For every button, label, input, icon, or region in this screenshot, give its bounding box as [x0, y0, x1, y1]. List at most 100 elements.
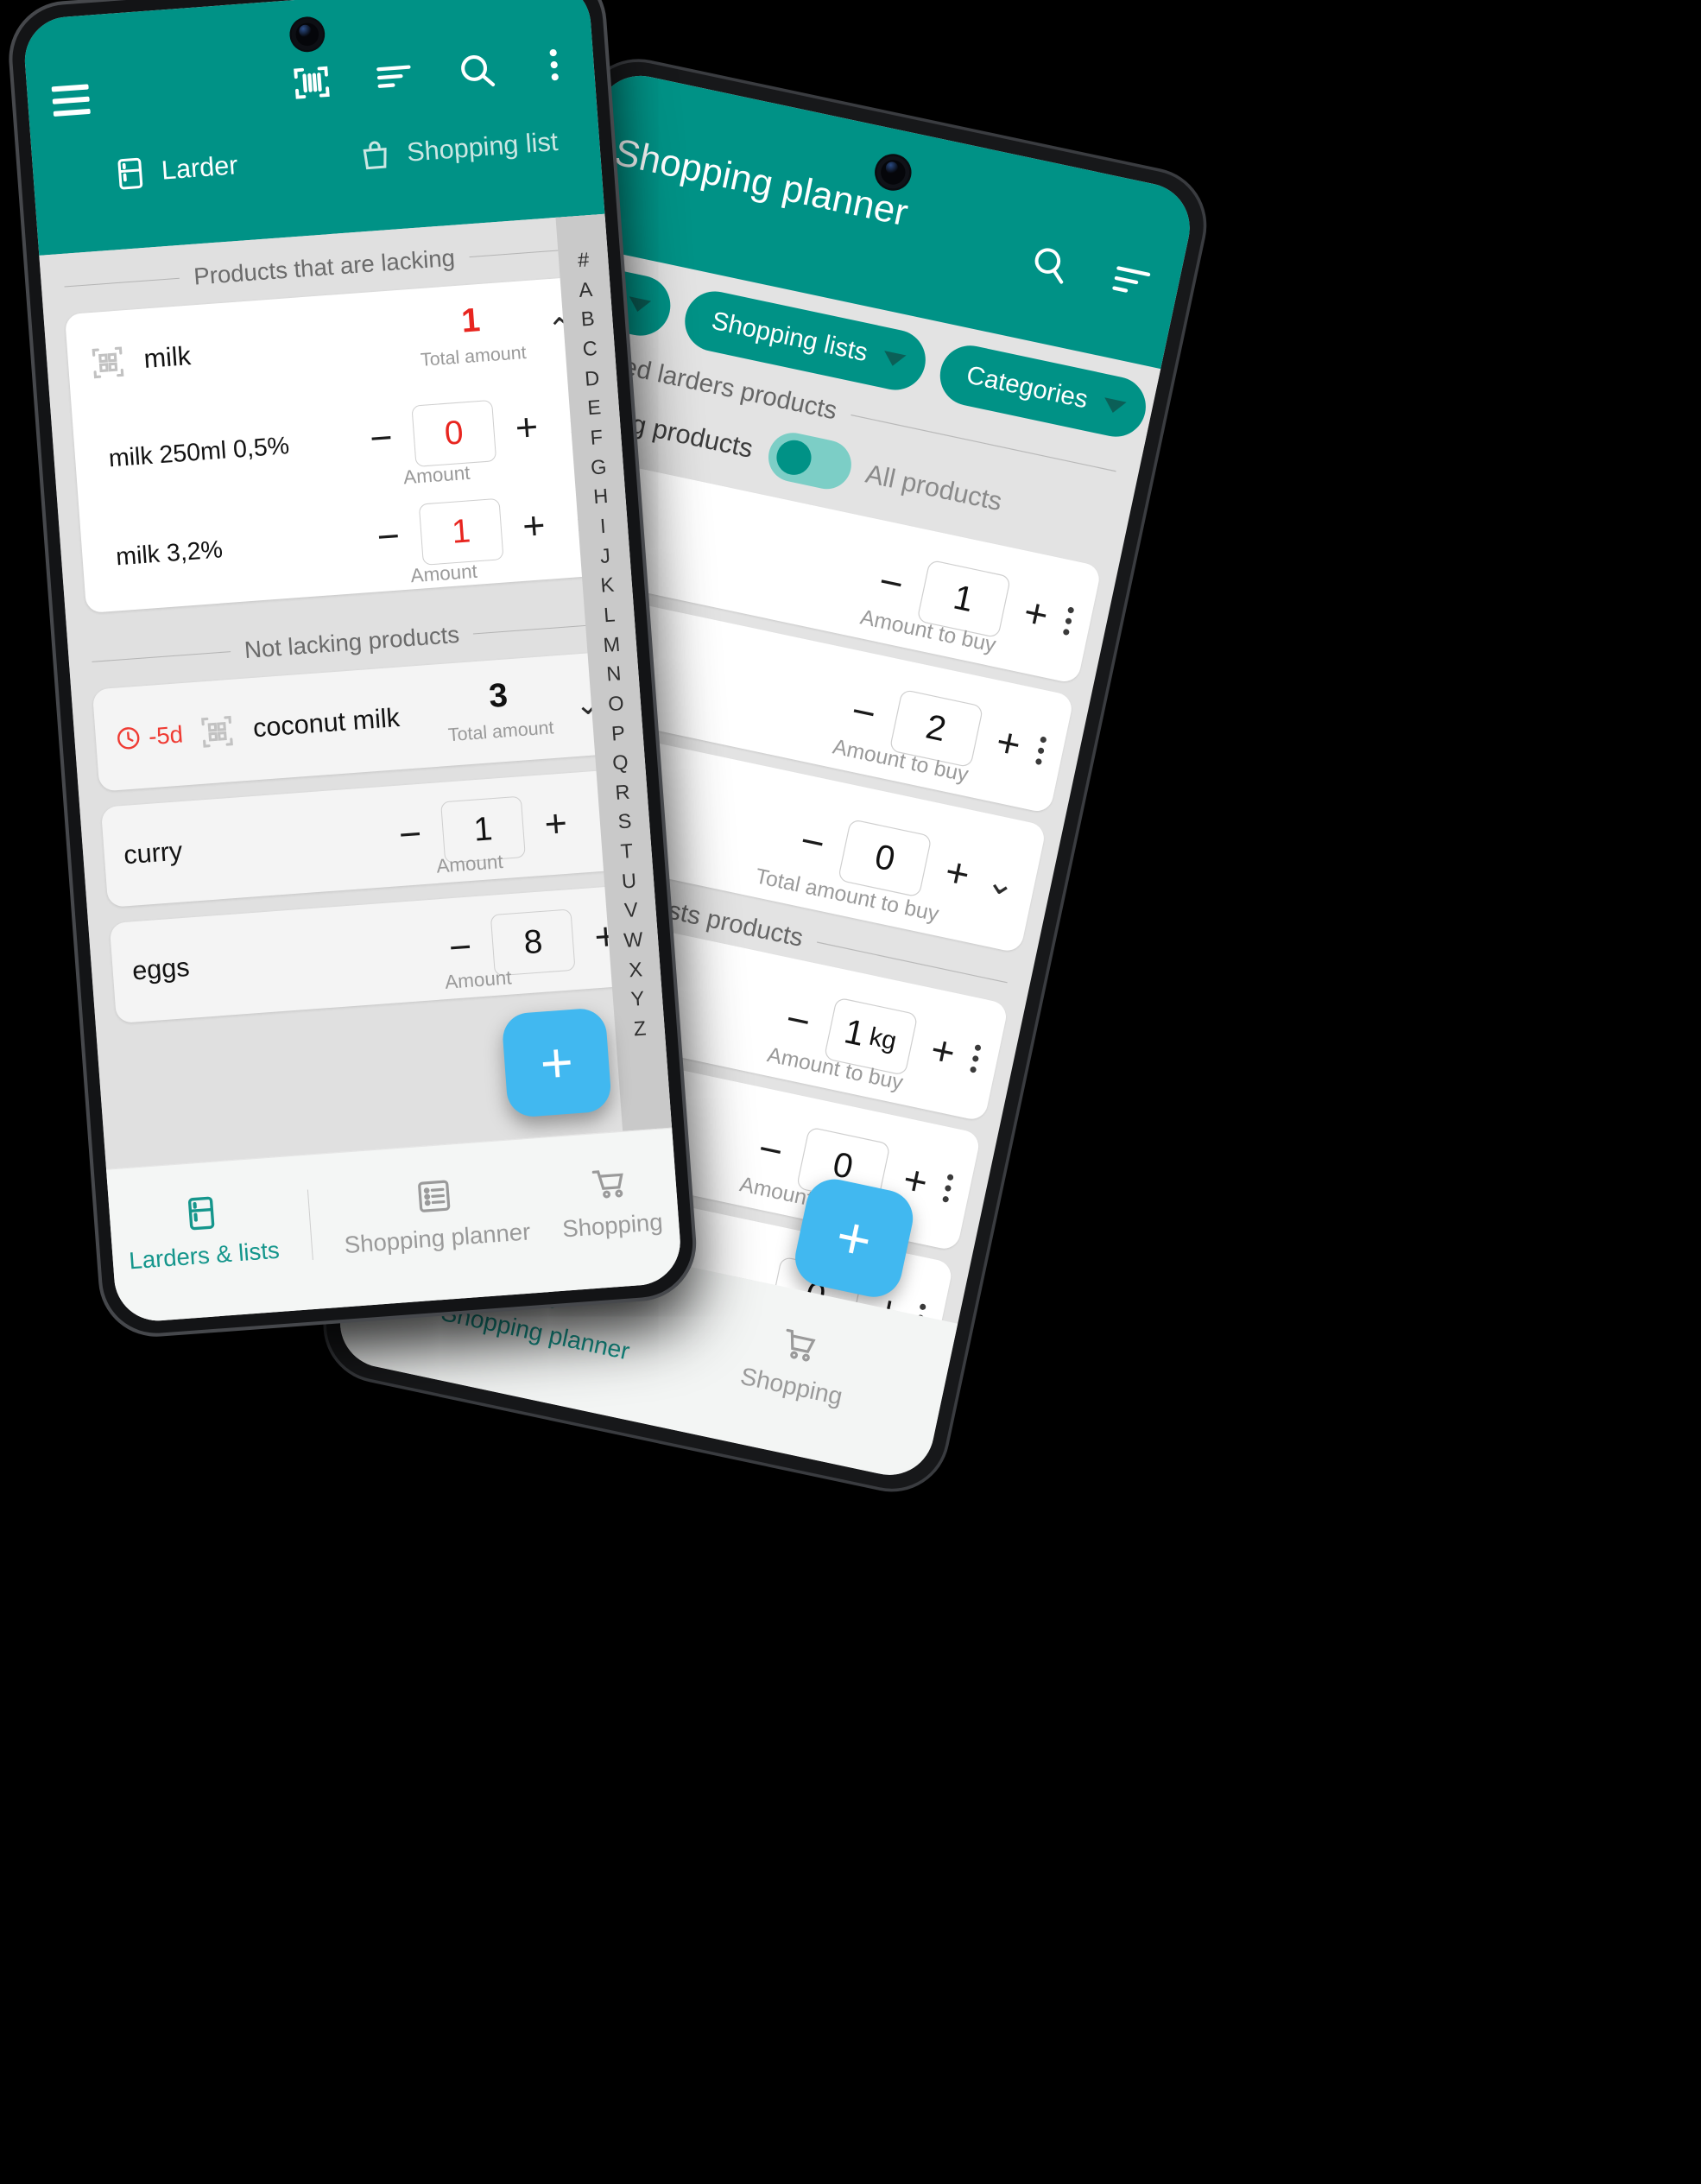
- product-row[interactable]: curry − 1 + › Amount: [101, 769, 632, 907]
- alpha-item[interactable]: F: [589, 422, 604, 452]
- alpha-item[interactable]: W: [623, 925, 644, 955]
- amount-value[interactable]: 1: [418, 497, 504, 566]
- alpha-item[interactable]: H: [592, 482, 609, 511]
- product-card-curry[interactable]: curry − 1 + › Amount: [100, 769, 632, 908]
- category-grid-icon: [86, 341, 130, 384]
- chips-scroll-next-icon[interactable]: ›: [1156, 394, 1198, 446]
- decrement-button[interactable]: −: [847, 688, 880, 737]
- decrement-button[interactable]: −: [755, 1126, 787, 1175]
- barcode-scan-icon[interactable]: [290, 61, 333, 104]
- alpha-item[interactable]: S: [617, 807, 633, 836]
- decrement-button[interactable]: −: [796, 819, 829, 868]
- product-name: curry: [123, 836, 184, 870]
- phone1-bottom-nav: Larders & lists Shopping planner Shoppin…: [105, 1127, 684, 1324]
- product-card-milk[interactable]: milk 1 Total amount ⌃ milk 250ml 0,5% − …: [64, 275, 610, 614]
- cart-icon: [590, 1163, 629, 1203]
- alpha-item[interactable]: U: [621, 866, 637, 896]
- alpha-item[interactable]: B: [580, 304, 596, 333]
- total-amount: 3 Total amount: [445, 674, 567, 746]
- alpha-item[interactable]: K: [599, 570, 616, 599]
- decrement-button[interactable]: −: [376, 515, 402, 560]
- increment-button[interactable]: +: [899, 1157, 932, 1206]
- alpha-item[interactable]: R: [614, 777, 631, 807]
- nav-label: Larders & lists: [128, 1237, 281, 1275]
- alpha-item[interactable]: X: [628, 955, 643, 984]
- chevron-down-icon[interactable]: ⌄: [983, 860, 1020, 906]
- increment-button[interactable]: +: [926, 1028, 959, 1077]
- alpha-item[interactable]: Z: [633, 1014, 648, 1043]
- decrement-button[interactable]: −: [875, 559, 907, 608]
- alpha-item[interactable]: D: [584, 364, 600, 393]
- phone1-screen: Larder Shopping list Products that are l…: [22, 0, 684, 1324]
- chevron-down-icon: [1102, 397, 1127, 415]
- nav-shopping-planner[interactable]: Shopping planner: [340, 1171, 532, 1259]
- alpha-item[interactable]: E: [586, 393, 602, 422]
- variant-name: milk 250ml 0,5%: [107, 431, 291, 472]
- alpha-item[interactable]: P: [610, 719, 626, 748]
- nav-label: Shopping: [561, 1208, 664, 1243]
- variant-name: milk 3,2%: [115, 535, 224, 571]
- lacking-products-switch[interactable]: [763, 427, 856, 494]
- phone1-app-bar: Larder Shopping list: [22, 0, 605, 256]
- phone-device-front: Larder Shopping list Products that are l…: [9, 0, 697, 1338]
- increment-button[interactable]: +: [1020, 590, 1053, 639]
- clock-icon: [114, 724, 142, 752]
- filter-sort-icon[interactable]: [372, 55, 415, 98]
- alpha-item[interactable]: C: [582, 333, 598, 363]
- overflow-menu-icon[interactable]: [538, 43, 571, 85]
- total-amount-caption: Total amount: [420, 342, 528, 370]
- alpha-item[interactable]: V: [623, 896, 639, 925]
- product-card-eggs[interactable]: eggs − 8 + Amount: [109, 884, 641, 1024]
- decrement-button[interactable]: −: [781, 997, 814, 1046]
- alpha-item[interactable]: M: [602, 630, 621, 660]
- list-icon: [414, 1176, 454, 1216]
- nav-shopping[interactable]: Shopping: [737, 1317, 854, 1412]
- overflow-menu-icon[interactable]: [942, 1174, 954, 1203]
- decrement-button[interactable]: −: [397, 812, 423, 857]
- alpha-item[interactable]: T: [620, 837, 635, 866]
- section-title: Not lacking products: [243, 621, 461, 664]
- fridge-icon: [181, 1193, 221, 1233]
- hamburger-menu-icon[interactable]: [51, 84, 91, 117]
- tab-label: Shopping list: [406, 127, 560, 168]
- alpha-item[interactable]: Q: [611, 748, 629, 778]
- filter-sort-icon[interactable]: [1107, 257, 1155, 306]
- amount-value[interactable]: 0: [411, 399, 497, 467]
- increment-button[interactable]: +: [992, 719, 1025, 769]
- increment-button[interactable]: +: [543, 801, 569, 846]
- tab-larder[interactable]: Larder: [32, 142, 318, 199]
- alpha-item[interactable]: J: [599, 541, 611, 570]
- overflow-menu-icon[interactable]: [1062, 606, 1075, 636]
- overflow-menu-icon[interactable]: [1034, 736, 1047, 766]
- phone1-content: Products that are lacking milk 1 Total a…: [39, 213, 684, 1324]
- product-row[interactable]: eggs − 8 + Amount: [110, 885, 641, 1023]
- alpha-item[interactable]: Y: [630, 984, 646, 1014]
- decrement-button[interactable]: −: [369, 416, 395, 461]
- add-button[interactable]: +: [501, 1007, 613, 1118]
- alpha-item[interactable]: I: [599, 511, 607, 541]
- overflow-menu-icon[interactable]: [969, 1044, 982, 1073]
- tab-shopping-list[interactable]: Shopping list: [315, 122, 601, 178]
- search-icon[interactable]: [455, 49, 498, 92]
- product-name: coconut milk: [251, 703, 402, 744]
- chip-label: Shopping lists: [709, 306, 870, 368]
- alpha-item[interactable]: O: [607, 688, 625, 719]
- alpha-item[interactable]: L: [603, 600, 616, 630]
- increment-button[interactable]: +: [941, 849, 974, 898]
- nav-shopping[interactable]: Shopping: [558, 1162, 664, 1244]
- chip-label: Categories: [964, 360, 1091, 415]
- nav-larders-lists[interactable]: Larders & lists: [124, 1189, 281, 1275]
- alpha-item[interactable]: #: [577, 245, 590, 275]
- amount-caption: Amount: [444, 965, 513, 994]
- nav-label: Shopping planner: [343, 1218, 532, 1259]
- shopping-bag-icon: [357, 136, 395, 174]
- increment-button[interactable]: +: [514, 405, 540, 450]
- chevron-down-icon: [627, 296, 652, 314]
- alpha-item[interactable]: A: [578, 275, 593, 304]
- alpha-item[interactable]: G: [590, 452, 608, 482]
- increment-button[interactable]: +: [521, 503, 547, 548]
- tab-label: Larder: [160, 150, 239, 186]
- alpha-item[interactable]: N: [605, 659, 622, 688]
- decrement-button[interactable]: −: [447, 925, 473, 970]
- search-icon[interactable]: [1026, 240, 1074, 288]
